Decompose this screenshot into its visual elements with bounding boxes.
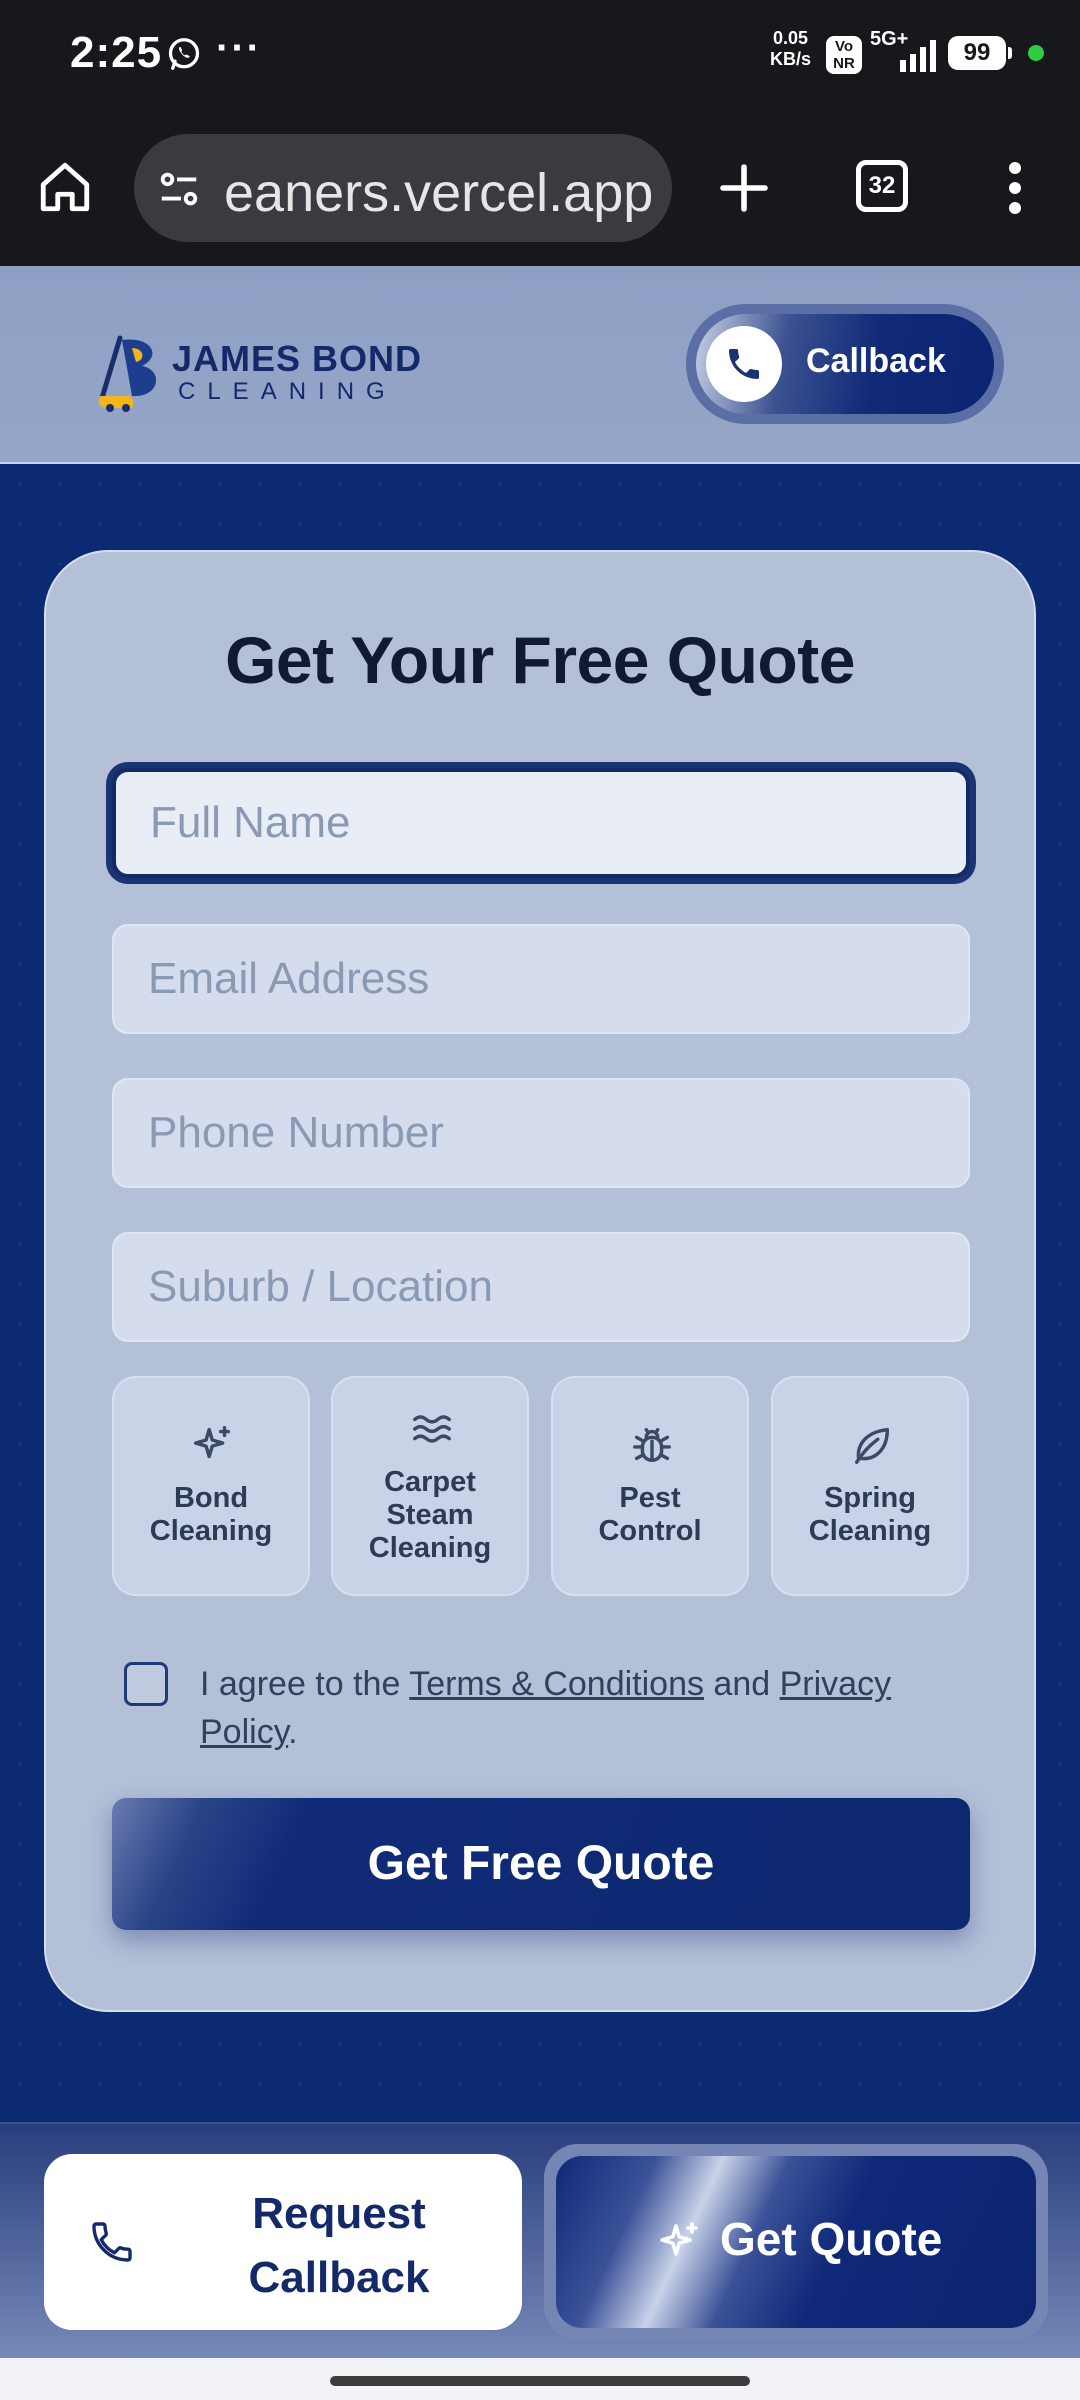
volte-line1: Vo [834, 38, 854, 55]
bug-icon [633, 1427, 671, 1463]
volte-badge: Vo NR [826, 36, 862, 74]
service-label-line: Cleaning [808, 1515, 932, 1547]
home-icon[interactable] [36, 158, 94, 216]
get-quote-label[interactable]: Get Quote [720, 2212, 942, 2266]
leaf-icon [854, 1427, 890, 1464]
sparkle-icon [194, 1426, 231, 1459]
plus-icon[interactable] [716, 160, 772, 216]
browser-toolbar: eaners.vercel.app 32 [0, 108, 1080, 266]
battery-icon: 99 [948, 36, 1012, 70]
suburb-input[interactable] [112, 1232, 970, 1342]
service-carpet-steam-cleaning[interactable]: Carpet Steam Cleaning [331, 1376, 529, 1596]
site-header: JAMES BOND CLEANING Callback [0, 266, 1080, 464]
service-label-line: Carpet [384, 1466, 476, 1498]
full-name-input[interactable] [112, 768, 970, 878]
address-bar[interactable]: eaners.vercel.app [134, 134, 672, 242]
terms-prefix: I agree to the [200, 1665, 410, 1703]
callback-label[interactable]: Callback [806, 342, 946, 381]
service-label-line: Control [598, 1515, 702, 1547]
get-free-quote-button[interactable]: Get Free Quote [112, 1798, 970, 1930]
callback-button-body[interactable]: Callback [696, 314, 994, 414]
tab-switcher-icon[interactable]: 32 [856, 160, 908, 212]
callback-button[interactable]: Callback [686, 304, 1004, 424]
sticky-action-bar: Request Callback Get Quote [0, 2122, 1080, 2358]
network-speed: 0.05 KB/s [770, 28, 811, 70]
status-bar: 2:25 ··· 0.05 KB/s Vo NR 5G+ 99 [0, 0, 1080, 108]
logo-subtitle: CLEANING [178, 378, 397, 405]
service-label-line: Cleaning [368, 1532, 492, 1564]
home-gesture-handle[interactable] [330, 2376, 750, 2386]
site-info-icon[interactable] [156, 166, 202, 212]
whatsapp-icon [168, 38, 200, 70]
waves-icon [413, 1415, 451, 1443]
form-title: Get Your Free Quote [225, 623, 855, 697]
volte-line2: NR [833, 55, 855, 72]
url-text[interactable]: eaners.vercel.app [224, 162, 653, 224]
service-pest-control[interactable]: Pest Control [551, 1376, 749, 1596]
more-notifications-icon: ··· [216, 26, 262, 70]
signal-icon [900, 40, 936, 72]
terms-checkbox[interactable] [124, 1662, 168, 1706]
logo-icon [98, 335, 157, 412]
get-quote-button[interactable]: Get Quote [544, 2144, 1048, 2340]
service-label-line: Cleaning [149, 1515, 273, 1547]
phone-input[interactable] [112, 1078, 970, 1188]
service-label-line: Spring [824, 1482, 916, 1514]
service-label-line: Bond [173, 1482, 249, 1514]
gesture-bar [0, 2358, 1080, 2400]
terms-suffix: . [288, 1713, 298, 1751]
terms-text: I agree to the Terms & Conditions and Pr… [200, 1660, 940, 1756]
service-label-line: Pest [619, 1482, 681, 1514]
service-label-line: Steam [386, 1499, 474, 1531]
logo-title: JAMES BOND [172, 338, 423, 379]
hero-section: Get Your Free Quote Bond Cleaning Carpet… [0, 464, 1080, 2122]
phone-icon [729, 349, 759, 379]
callback-icon-circle [706, 326, 782, 402]
terms-and: and [703, 1665, 780, 1703]
request-callback-label[interactable]: Request Callback [184, 2182, 494, 2310]
quote-form-card: Get Your Free Quote Bond Cleaning Carpet… [44, 550, 1036, 2012]
request-callback-button[interactable]: Request Callback [44, 2154, 522, 2330]
kebab-menu-icon[interactable] [1000, 158, 1030, 218]
phone-icon [92, 2222, 132, 2262]
email-input[interactable] [112, 924, 970, 1034]
sparkle-icon [660, 2222, 698, 2256]
get-quote-button-body[interactable]: Get Quote [556, 2156, 1036, 2328]
service-spring-cleaning[interactable]: Spring Cleaning [771, 1376, 969, 1596]
network-speed-value: 0.05 [772, 28, 809, 48]
active-dot [1028, 45, 1044, 61]
service-bond-cleaning[interactable]: Bond Cleaning [112, 1376, 310, 1596]
status-time: 2:25 [70, 28, 163, 77]
network-speed-unit: KB/s [770, 49, 812, 69]
request-callback-line2: Callback [248, 2253, 430, 2302]
request-callback-line1: Request [252, 2189, 426, 2238]
logo[interactable]: JAMES BOND CLEANING [92, 318, 421, 412]
terms-link[interactable]: Terms & Conditions [409, 1665, 704, 1703]
